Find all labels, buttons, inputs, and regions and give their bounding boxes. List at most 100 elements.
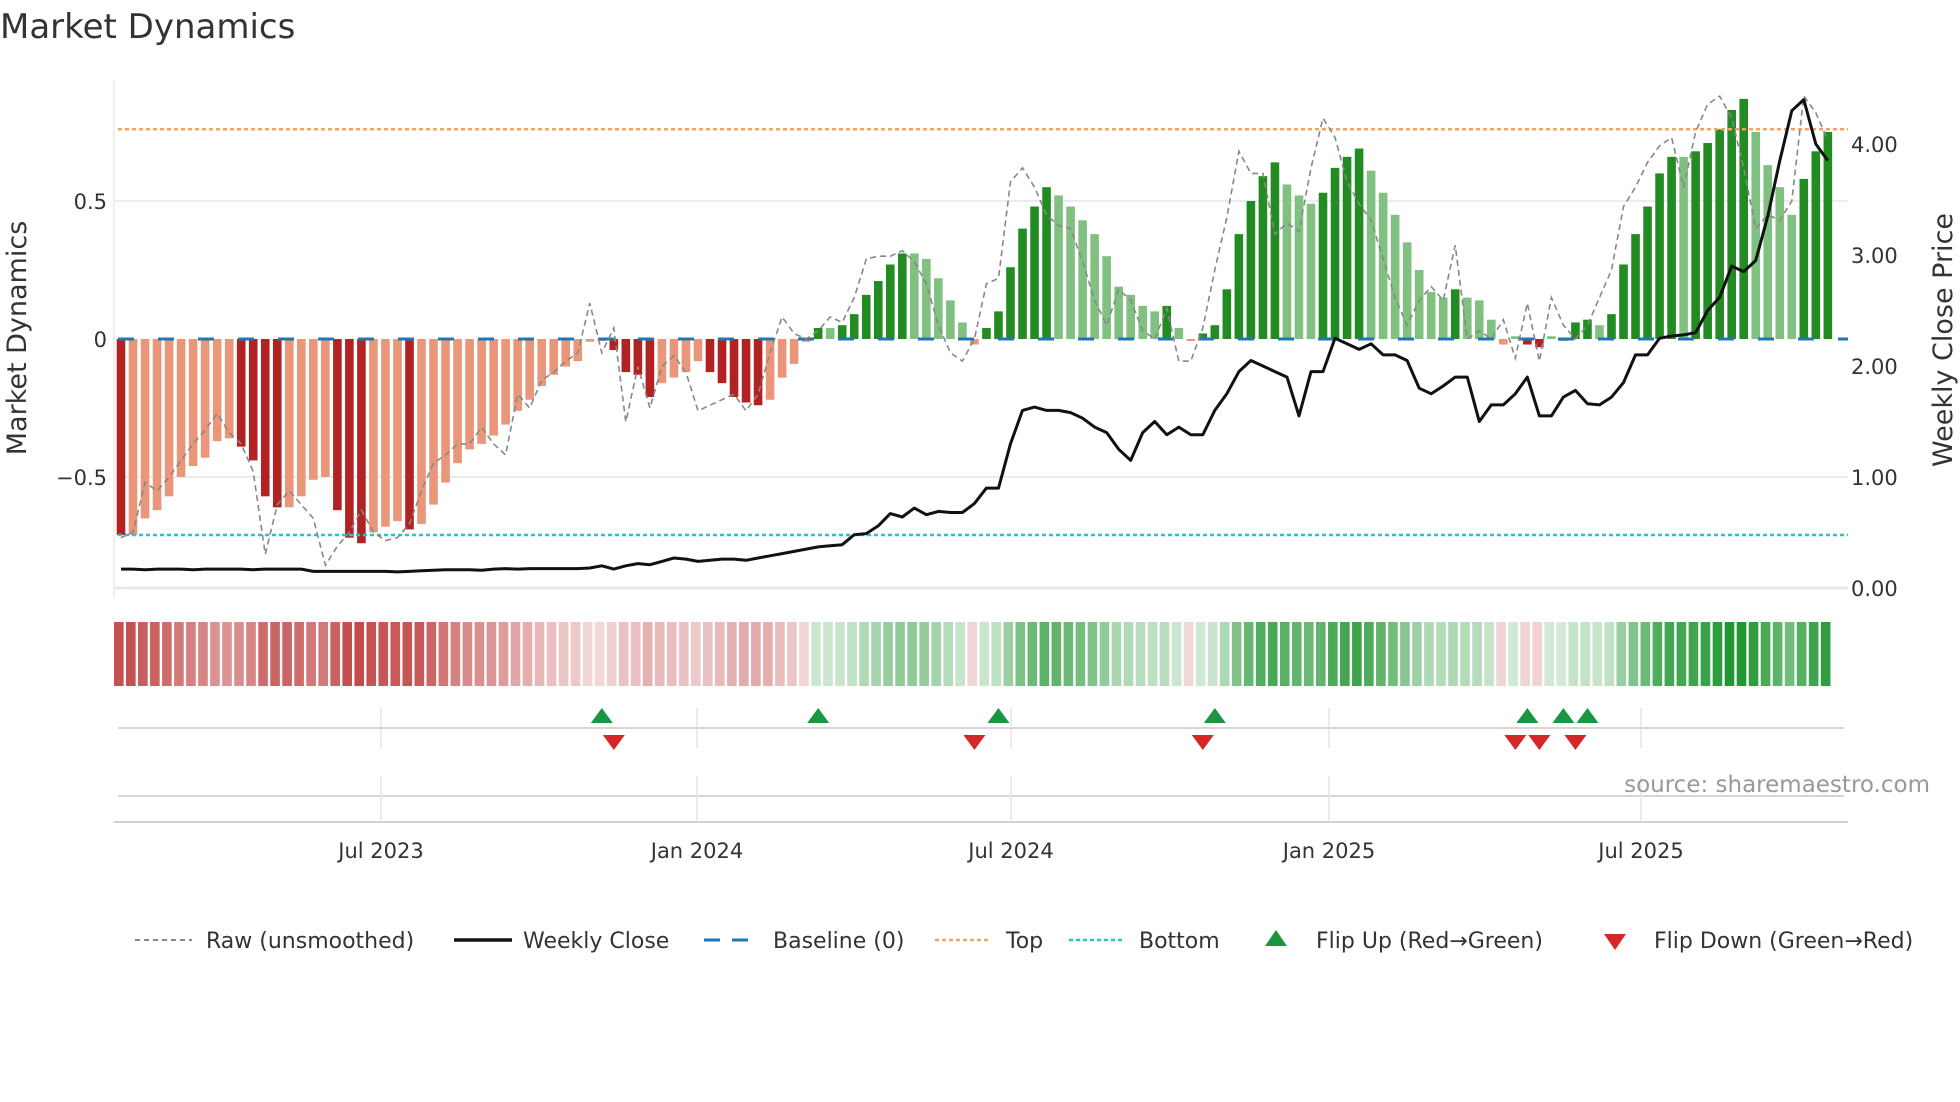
heat-strip-cell [1772, 622, 1783, 686]
flip-down-icon [1604, 934, 1626, 950]
heat-strip-cell [366, 622, 377, 686]
momentum-bar [1823, 132, 1833, 339]
chart-title: Market Dynamics [0, 7, 295, 47]
momentum-bar [657, 339, 667, 384]
legend-item-baseline[interactable]: Baseline (0) [704, 929, 904, 954]
momentum-bar [1054, 195, 1063, 339]
heat-strip-cell [1075, 622, 1086, 686]
heat-strip-cell [1820, 622, 1831, 686]
heat-strip [114, 622, 1831, 686]
momentum-bar [1426, 292, 1436, 339]
momentum-bar [1258, 176, 1268, 339]
legend-item-bottom[interactable]: Bottom [1069, 929, 1220, 954]
heat-strip-cell [1460, 622, 1470, 686]
flip-down-marker [1564, 735, 1587, 750]
momentum-bar [1787, 214, 1797, 339]
legend-item-flip-down[interactable]: Flip Down (Green→Red) [1604, 929, 1913, 954]
heat-strip-cell [138, 622, 148, 686]
heat-strip-cell [1448, 622, 1458, 686]
momentum-bar [1306, 203, 1316, 339]
momentum-bar [1018, 228, 1027, 339]
momentum-bar [1270, 162, 1280, 339]
momentum-bar [152, 339, 162, 511]
momentum-bar [369, 339, 378, 533]
heat-strip-cell [763, 622, 773, 686]
momentum-bar [1342, 156, 1352, 339]
heat-strip-cell [1700, 622, 1711, 686]
left-tick-label: 0 [94, 328, 107, 352]
right-tick-label: 3.00 [1851, 244, 1898, 268]
momentum-bar [116, 339, 126, 535]
momentum-bar [1138, 305, 1148, 339]
momentum-bar [1727, 109, 1736, 339]
heat-strip-cell [1279, 622, 1290, 686]
momentum-bar [212, 339, 222, 442]
momentum-bar [1030, 206, 1039, 339]
momentum-bar [1739, 98, 1749, 339]
heat-strip-cell [787, 622, 797, 686]
heat-strip-cell [1748, 622, 1759, 686]
left-axis-ticks: 0.5 0 −0.5 [56, 190, 107, 490]
momentum-bar [1174, 327, 1184, 339]
momentum-bar [1595, 325, 1604, 339]
heat-strip-cell [775, 622, 785, 686]
heat-strip-cell [390, 622, 401, 686]
heat-strip-cell [438, 622, 449, 686]
momentum-bar [789, 339, 799, 364]
heat-strip-cell [751, 622, 761, 686]
legend-flip-down-label: Flip Down (Green→Red) [1654, 929, 1913, 954]
momentum-bar [357, 339, 366, 544]
heat-strip-cell [1195, 622, 1206, 686]
heat-strip-cell [702, 622, 713, 686]
momentum-bar [729, 339, 739, 397]
momentum-bar [1751, 132, 1761, 339]
heat-strip-cell [186, 622, 196, 686]
heat-strip-cell [1688, 622, 1699, 686]
momentum-bar [1691, 151, 1700, 339]
heat-strip-cell [1340, 622, 1350, 686]
momentum-bar [333, 339, 342, 511]
momentum-bar [825, 327, 835, 339]
heat-strip-cell [654, 622, 665, 686]
flip-up-marker [590, 708, 613, 723]
momentum-bar [1607, 314, 1616, 339]
flip-down-marker [1504, 735, 1527, 750]
heat-strip-cell [450, 622, 461, 686]
heat-strip-cell [943, 622, 953, 686]
legend-item-flip-up[interactable]: Flip Up (Red→Green) [1265, 929, 1543, 954]
legend-item-raw[interactable]: Raw (unsmoothed) [135, 929, 414, 954]
momentum-bar [1246, 201, 1256, 339]
heat-strip-cell [162, 622, 172, 686]
heat-strip-cell [258, 622, 268, 686]
right-tick-label: 2.00 [1851, 355, 1898, 379]
heat-strip-cell [1123, 622, 1134, 686]
momentum-bar [645, 339, 655, 397]
heat-strip-cell [715, 622, 725, 686]
legend-item-close[interactable]: Weekly Close [454, 929, 669, 954]
heat-strip-cell [1784, 622, 1795, 686]
legend-item-top[interactable]: Top [935, 929, 1043, 954]
momentum-bar [885, 264, 895, 339]
heat-strip-cell [1760, 622, 1771, 686]
momentum-bar [297, 339, 306, 497]
heat-strip-cell [1376, 622, 1386, 686]
momentum-bar [705, 339, 715, 373]
heat-strip-cell [306, 622, 316, 686]
legend-bottom-label: Bottom [1139, 929, 1220, 954]
momentum-bar [284, 339, 294, 508]
momentum-bar [873, 281, 883, 339]
momentum-bar [1378, 192, 1388, 339]
heat-strip-cell [222, 622, 232, 686]
flip-up-marker [1516, 708, 1539, 723]
heat-strip-cell [1183, 622, 1194, 686]
heat-strip-cell [1303, 622, 1314, 686]
heat-strip-cell [1412, 622, 1422, 686]
heat-strip-cell [1255, 622, 1266, 686]
momentum-bar [1330, 167, 1340, 339]
heat-strip-cell [1015, 622, 1026, 686]
momentum-bar [248, 339, 258, 461]
heat-strip-cell [630, 622, 641, 686]
heat-strip-cell [150, 622, 160, 686]
momentum-bar [513, 339, 522, 411]
momentum-bar [922, 258, 931, 339]
